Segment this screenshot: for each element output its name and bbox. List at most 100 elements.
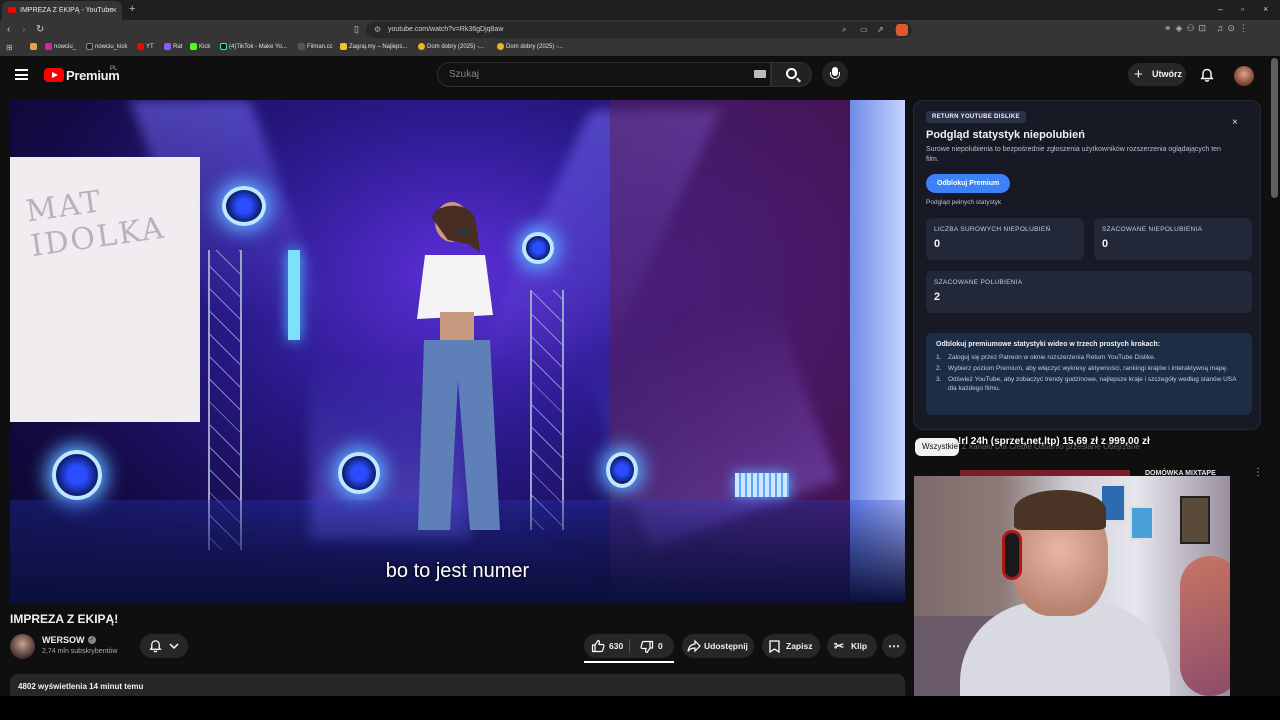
page-scrollbar[interactable] (1271, 58, 1278, 198)
steps-list: 1. Zaloguj się przez Patreon w oknie rozs… (936, 353, 1241, 395)
filman-icon (298, 43, 305, 50)
premium-steps-box: Odblokuj premiumowe statystyki wideo w t… (926, 333, 1252, 415)
search-icon (786, 68, 797, 79)
bookmark-item[interactable]: YT (137, 43, 154, 50)
bookmark-item[interactable]: nowciu_ (45, 43, 76, 50)
stage-truss (530, 290, 564, 530)
extension-icons[interactable]: ⚭◈⚇⊡ ♫⊙⋮ (1164, 23, 1252, 34)
panel-title: Podgląd statystyk niepolubień (926, 129, 1085, 141)
clip-button[interactable]: ✂ Klip (827, 634, 877, 658)
address-bar[interactable]: ⚙ youtube.com/watch?v=Rk36gDjq8aw ⌕ ▭ ⇗ … (366, 22, 912, 38)
maximize-icon[interactable]: ▫ (1241, 4, 1244, 14)
url-text: youtube.com/watch?v=Rk36gDjq8aw (388, 26, 504, 33)
video-poster: MAT IDOLKA (10, 157, 200, 422)
share-icon[interactable]: ⇗ (877, 22, 884, 38)
plus-icon: + (1134, 66, 1143, 83)
scissors-icon: ✂ (834, 639, 845, 653)
site-info-icon[interactable]: ⚙ (374, 22, 381, 38)
bookmark-item[interactable]: Dom dobry (2025) -... (418, 43, 484, 50)
bookmark-item[interactable]: (4)TikTok - Make Yo... (220, 43, 287, 50)
like-dislike-group: 630 0 (584, 634, 674, 658)
browser-tabstrip: IMPREZA Z EKIPĄ - YouTube × + – ▫ × (0, 0, 1280, 20)
stat-card-estimated-dislikes: SZACOWANE NIEPOLUBIENIA 0 (1094, 218, 1252, 260)
close-window-icon[interactable]: × (1263, 4, 1268, 14)
bookmark-folder-icon[interactable] (30, 43, 37, 50)
stat-card-raw-dislikes: LICZBA SUROWYCH NIEPOLUBIEŃ 0 (926, 218, 1084, 260)
dislike-stats-panel: RETURN YOUTUBE DISLIKE × Podgląd statyst… (913, 100, 1261, 430)
brave-shield-icon[interactable] (896, 24, 908, 36)
bookmark-star-icon[interactable]: ▯ (354, 24, 359, 35)
search-button[interactable] (771, 62, 812, 87)
unlock-premium-button[interactable]: Odblokuj Premium (926, 174, 1011, 193)
close-tab-icon[interactable]: × (112, 1, 117, 20)
bookmark-item[interactable]: nowciu_kick (86, 43, 127, 50)
like-icon[interactable] (591, 639, 605, 653)
browser-toolbar: ‹ › ↻ ▯ ⚙ youtube.com/watch?v=Rk36gDjq8a… (0, 20, 1280, 40)
panel-description: Surowe niepolubienia to bezpośrednie zgł… (926, 146, 1221, 163)
voice-search-button[interactable] (822, 61, 848, 87)
create-button[interactable]: + Utwórz (1128, 63, 1186, 86)
dislike-icon[interactable] (640, 640, 654, 654)
bookmark-item[interactable]: Filman.cc (298, 43, 333, 50)
share-arrow-icon (687, 639, 701, 653)
country-code: PL (110, 66, 118, 72)
like-count[interactable]: 630 (609, 634, 623, 658)
description-box[interactable]: 4802 wyświetlenia 14 minut temu (10, 674, 905, 696)
subscription-bell-button[interactable] (140, 634, 188, 658)
like-ratio-bar (584, 661, 674, 663)
notifications-bell-icon[interactable] (1200, 68, 1214, 82)
tiktok-icon (220, 43, 227, 50)
performer (417, 202, 500, 530)
back-icon[interactable]: ‹ (7, 24, 10, 35)
more-vertical-icon[interactable]: ⋮ (1253, 467, 1263, 478)
youtube-icon (137, 43, 144, 50)
kick-icon (190, 43, 197, 50)
more-actions-icon[interactable]: ⋯ (882, 634, 906, 658)
user-avatar[interactable] (1234, 66, 1254, 86)
screen: IMPREZA Z EKIPĄ - YouTube × + – ▫ × ‹ › … (0, 0, 1280, 720)
bookmark-item[interactable]: Kick (190, 43, 210, 50)
browser-tab[interactable]: IMPREZA Z EKIPĄ - YouTube × (2, 1, 122, 20)
verified-badge-icon: ✓ (88, 636, 96, 644)
youtube-header: Premium PL Szukaj + Utwórz (0, 56, 1280, 96)
stat-card-estimated-likes: SZACOWANE POLUBIENIA 2 (926, 271, 1252, 313)
steps-heading: Odblokuj premiumowe statystyki wideo w t… (936, 341, 1161, 348)
webcam-overlay (914, 476, 1230, 696)
reload-icon[interactable]: ↻ (36, 24, 44, 35)
subscriber-count: 2,74 mln subskrybentów (42, 648, 118, 655)
bookmarks-bar: ⊞ nowciu_ nowciu_kick YT Rat Kick (4)Tik… (0, 40, 1280, 56)
youtube-logo-icon[interactable] (44, 68, 64, 82)
stream-goal-overlay: !rl 24h (sprzet,net,ltp) 15,69 zł z 999,… (958, 436, 1150, 447)
video-subtitle: bo to jest numer (385, 560, 530, 582)
video-title: IMPREZA Z EKIPĄ! (10, 612, 119, 626)
bookmark-item[interactable]: Rat (164, 43, 182, 50)
cast-icon[interactable]: ▭ (860, 22, 868, 38)
tab-title: IMPREZA Z EKIPĄ - YouTube (20, 7, 114, 14)
menu-icon[interactable] (15, 69, 28, 80)
step-item: 2. Wybierz poziom Premium, aby włączyć wy… (936, 365, 1228, 372)
video-player[interactable]: MAT IDOLKA bo to jest numer (10, 100, 905, 603)
preview-stats-link[interactable]: Podgląd pełnych statystyk (926, 199, 1001, 206)
chip-all[interactable]: Wszystkie (915, 438, 959, 456)
new-tab-icon[interactable]: + (129, 3, 135, 15)
save-button[interactable]: Zapisz (762, 634, 820, 658)
x-icon (86, 43, 93, 50)
zoom-icon[interactable]: ⌕ (842, 22, 846, 38)
zagraj-icon (340, 43, 347, 50)
channel-avatar[interactable] (10, 634, 35, 659)
minimize-icon[interactable]: – (1218, 4, 1223, 14)
views-and-date: 4802 wyświetlenia 14 minut temu (18, 682, 144, 691)
share-button[interactable]: Udostępnij (682, 634, 754, 658)
apps-grid-icon[interactable]: ⊞ (6, 43, 13, 52)
search-input[interactable]: Szukaj (437, 62, 771, 87)
bookmark-item[interactable]: Zagraj.my – Najleps... (340, 43, 407, 50)
rat-icon (164, 43, 171, 50)
dom-dobry-icon (497, 43, 504, 50)
dislike-count[interactable]: 0 (658, 634, 663, 658)
forward-icon[interactable]: › (22, 24, 25, 35)
channel-name[interactable]: WERSOW (42, 635, 85, 645)
keyboard-icon[interactable] (754, 70, 766, 78)
bookmark-item[interactable]: Dom dobry (2025) -... (497, 43, 563, 50)
close-icon[interactable]: × (1232, 117, 1238, 128)
dom-dobry-icon (418, 43, 425, 50)
